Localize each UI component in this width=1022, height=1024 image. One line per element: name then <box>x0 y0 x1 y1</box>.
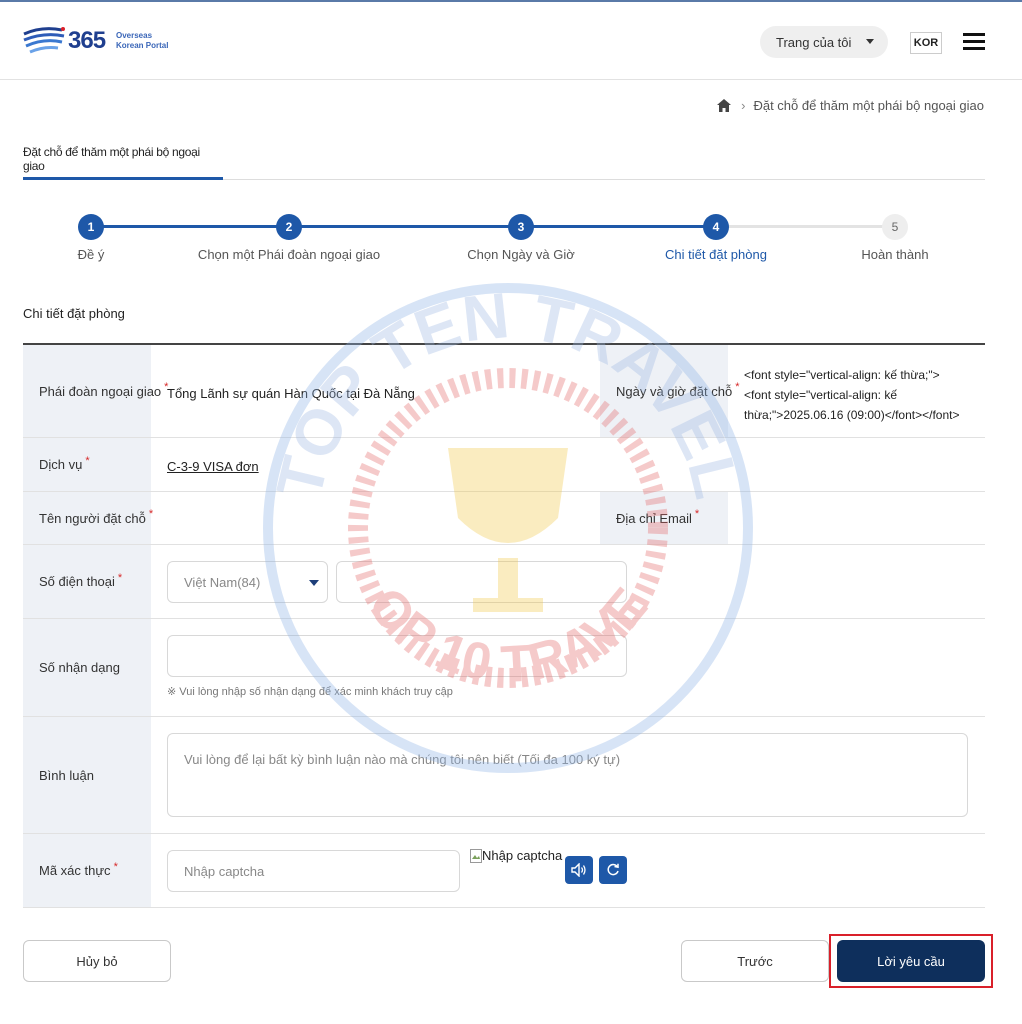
logo-swoosh-icon <box>23 27 65 54</box>
phone-number-input[interactable] <box>336 561 627 603</box>
form-row-mission: Phái đoàn ngoại giao * Tổng Lãnh sự quán … <box>23 345 985 438</box>
required-mark: * <box>113 860 118 873</box>
step-4-dot: 4 <box>703 214 729 240</box>
phone-label-text: Số điện thoại <box>39 574 115 589</box>
broken-image-icon <box>470 848 482 863</box>
my-page-label: Trang của tôi <box>776 34 852 50</box>
captcha-image-alt: Nhập captcha <box>482 848 563 863</box>
captcha-input[interactable]: Nhập captcha <box>167 850 460 892</box>
menu-icon[interactable] <box>963 33 985 51</box>
captcha-audio-button[interactable] <box>565 856 593 884</box>
form-row-phone: Số điện thoại * Việt Nam(84) <box>23 545 985 619</box>
step-5-dot: 5 <box>882 214 908 240</box>
datetime-value-line2: <font style="vertical-align: kế <box>744 388 897 402</box>
datetime-value: <font style="vertical-align: kế thừa;"> … <box>744 365 959 425</box>
phone-country-select[interactable]: Việt Nam(84) <box>167 561 328 603</box>
step-1-label: Đề ý <box>77 247 105 262</box>
breadcrumb-current[interactable]: Đặt chỗ để thăm một phái bộ ngoại giao <box>753 98 984 113</box>
dropdown-arrow-icon <box>309 580 319 586</box>
section-title: Chi tiết đặt phòng <box>23 306 125 321</box>
site-header: 365 Overseas Korean Portal Trang của tôi… <box>0 2 1022 80</box>
phone-label: Số điện thoại * <box>23 545 151 618</box>
form-row-service: Dịch vụ * C-3-9 VISA đơn <box>23 438 985 492</box>
required-mark: * <box>148 508 154 520</box>
home-icon[interactable] <box>717 99 732 112</box>
datetime-value-line3: thừa;">2025.06.16 (09:00)</font></font> <box>744 408 960 422</box>
previous-button[interactable]: Trước <box>681 940 829 982</box>
step-4-label: Chi tiết đặt phòng <box>665 247 767 262</box>
site-logo[interactable]: 365 Overseas Korean Portal <box>22 22 182 62</box>
captcha-label: Mã xác thực * <box>23 834 151 907</box>
required-mark: * <box>85 454 90 467</box>
required-mark: * <box>117 571 123 584</box>
logo-subtitle-line1: Overseas <box>116 31 153 40</box>
email-label: Địa chỉ Email * <box>600 492 728 544</box>
datetime-label: Ngày và giờ đặt chỗ * <box>600 345 739 437</box>
my-page-dropdown[interactable]: Trang của tôi <box>760 26 888 58</box>
reservation-form: Phái đoàn ngoại giao * Tổng Lãnh sự quán … <box>23 343 985 908</box>
step-2-label: Chọn một Phái đoàn ngoại giao <box>197 247 381 262</box>
required-mark: * <box>694 508 700 520</box>
step-5-label: Hoàn thành <box>861 247 929 262</box>
email-label-text: Địa chỉ Email <box>616 510 692 526</box>
submit-highlight-box <box>829 934 993 988</box>
form-row-name-email: Tên người đặt chỗ * Địa chỉ Email * <box>23 492 985 545</box>
breadcrumb: › Đặt chỗ để thăm một phái bộ ngoại giao <box>717 98 984 113</box>
logo-subtitle-line2: Korean Portal <box>116 41 169 50</box>
logo-subtitle: Overseas Korean Portal <box>116 31 168 51</box>
service-link[interactable]: C-3-9 VISA đơn <box>167 459 259 474</box>
tab-bar: Đặt chỗ để thăm một phái bộ ngoại giao <box>23 130 985 180</box>
chevron-down-icon <box>866 39 874 44</box>
id-number-hint: ※ Vui lòng nhập số nhận dạng để xác minh… <box>167 686 453 698</box>
step-2-dot: 2 <box>276 214 302 240</box>
speaker-icon <box>571 863 586 877</box>
mission-label-text: Phái đoàn ngoại giao <box>39 383 162 399</box>
stepper-track-done <box>91 225 716 228</box>
progress-stepper: 1 2 3 4 5 Đề ý Chọn một Phái đoàn ngoại … <box>0 205 1022 275</box>
service-label-text: Dịch vụ <box>39 457 83 472</box>
mission-value: Tổng Lãnh sự quán Hàn Quốc tại Đà Nẵng <box>167 386 415 401</box>
phone-country-value: Việt Nam(84) <box>184 574 261 590</box>
datetime-label-text: Ngày và giờ đặt chỗ <box>616 383 733 399</box>
id-number-label-text: Số nhận dạng <box>39 660 120 675</box>
tab-reservation[interactable]: Đặt chỗ để thăm một phái bộ ngoại giao <box>23 130 223 180</box>
comment-label-text: Bình luận <box>39 767 94 783</box>
captcha-label-text: Mã xác thực <box>39 863 111 878</box>
captcha-image: Nhập captcha <box>470 848 562 863</box>
breadcrumb-separator: › <box>741 98 746 113</box>
form-row-id-number: Số nhận dạng ※ Vui lòng nhập số nhận dạn… <box>23 619 985 717</box>
id-number-input[interactable] <box>167 635 627 677</box>
booker-name-label-text: Tên người đặt chỗ <box>39 510 146 526</box>
logo-number: 365 <box>68 27 106 54</box>
stepper-track-remaining <box>716 225 896 228</box>
id-number-label: Số nhận dạng <box>23 619 151 716</box>
refresh-icon <box>607 863 619 876</box>
datetime-value-line1: <font style="vertical-align: kế thừa;"> <box>744 368 940 382</box>
booker-name-label: Tên người đặt chỗ * <box>23 492 154 544</box>
language-button[interactable]: KOR <box>910 32 942 54</box>
comment-textarea[interactable]: Vui lòng để lại bất kỳ bình luận nào mà … <box>167 733 968 817</box>
step-3-dot: 3 <box>508 214 534 240</box>
mission-label: Phái đoàn ngoại giao * <box>23 345 168 437</box>
form-row-captcha: Mã xác thực * Nhập captcha Nhập captcha <box>23 834 985 908</box>
form-row-comment: Bình luận Vui lòng để lại bất kỳ bình lu… <box>23 717 985 834</box>
cancel-button[interactable]: Hủy bỏ <box>23 940 171 982</box>
comment-label: Bình luận <box>23 717 151 833</box>
service-label: Dịch vụ * <box>23 438 151 491</box>
captcha-refresh-button[interactable] <box>599 856 627 884</box>
step-3-label: Chọn Ngày và Giờ <box>467 247 575 262</box>
step-1-dot: 1 <box>78 214 104 240</box>
required-mark: * <box>735 381 740 393</box>
